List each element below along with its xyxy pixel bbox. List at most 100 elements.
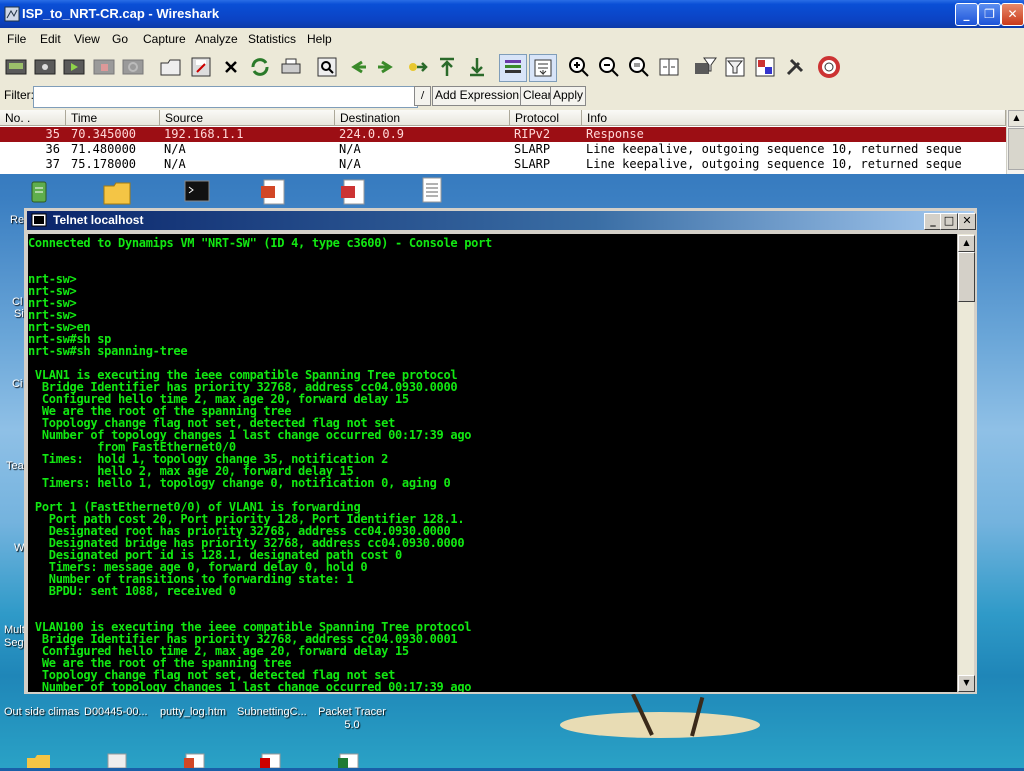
excel-file-icon[interactable] [336, 752, 362, 769]
desktop-icon-label[interactable]: SubnettingC... [237, 706, 307, 718]
desktop-partial-label: Si [14, 308, 24, 320]
column-header-info[interactable]: Info [582, 110, 1006, 126]
save-icon[interactable] [188, 54, 214, 80]
desktop-partial-label: Ci [12, 378, 23, 390]
console-line: VLAN100 is executing the ieee compatible… [28, 620, 472, 634]
console-line: Designated bridge has priority 32768, ad… [28, 536, 465, 550]
wireshark-titlebar[interactable]: ISP_to_NRT-CR.cap - Wireshark _ ❐ ✕ [0, 0, 1024, 28]
powerpoint-file-icon[interactable] [182, 752, 208, 769]
column-header-protocol[interactable]: Protocol [510, 110, 582, 126]
scroll-thumb[interactable] [958, 252, 975, 302]
last-icon[interactable] [464, 54, 490, 80]
recycle-bin-icon[interactable] [24, 176, 54, 204]
island-decoration [560, 712, 760, 738]
console-line: nrt-sw#sh spanning-tree [28, 344, 188, 358]
console-line: nrt-sw> [28, 272, 77, 286]
packet-list-scrollbar[interactable]: ▲ [1006, 110, 1024, 174]
console-output[interactable]: Connected to Dynamips VM "NRT-SW" (ID 4,… [28, 234, 957, 692]
menu-statistics[interactable]: Statistics [248, 32, 296, 46]
menu-edit[interactable]: Edit [40, 32, 61, 46]
print-icon[interactable] [278, 54, 304, 80]
capture-options-icon[interactable] [32, 54, 58, 80]
close-button[interactable]: ✕ [958, 213, 976, 230]
scroll-up-arrow-icon[interactable]: ▲ [1008, 110, 1024, 127]
filter-input[interactable] [33, 86, 418, 108]
start-capture-icon[interactable] [61, 54, 87, 80]
open-icon[interactable] [158, 54, 184, 80]
column-header-source[interactable]: Source [160, 110, 335, 126]
menu-bar: File Edit View Go Capture Analyze Statis… [0, 29, 1024, 49]
resize-columns-icon[interactable] [656, 54, 682, 80]
autoscroll-icon[interactable] [529, 54, 557, 82]
packet-row[interactable]: 35 70.345000 192.168.1.1 224.0.0.9 RIPv2… [0, 127, 1006, 142]
stop-capture-icon[interactable] [91, 54, 117, 80]
desktop-icon-label[interactable]: Out side climas [4, 706, 79, 718]
goto-icon[interactable] [404, 54, 430, 80]
first-icon[interactable] [434, 54, 460, 80]
console-scrollbar[interactable]: ▲ ▼ [957, 234, 975, 692]
zoom-out-icon[interactable] [596, 54, 622, 80]
desktop-icon-label[interactable]: putty_log.htm [160, 706, 226, 718]
packet-time: 71.480000 [71, 142, 137, 156]
console-line: We are the root of the spanning tree [28, 404, 292, 418]
folder-icon[interactable] [26, 752, 52, 768]
zoom-in-icon[interactable] [566, 54, 592, 80]
pdf-file-icon[interactable] [258, 752, 284, 769]
scroll-down-arrow-icon[interactable]: ▼ [958, 675, 975, 692]
reload-icon[interactable] [247, 54, 273, 80]
column-header-no[interactable]: No. . [0, 110, 66, 126]
packet-source: 192.168.1.1 [164, 127, 244, 141]
packet-destination: N/A [339, 157, 361, 171]
zoom-normal-icon[interactable] [626, 54, 652, 80]
find-icon[interactable] [314, 54, 340, 80]
coloring-rules-icon[interactable] [752, 54, 778, 80]
terminal-shortcut-icon[interactable] [182, 178, 212, 206]
forward-icon[interactable] [374, 54, 400, 80]
minimize-button[interactable]: _ [955, 3, 978, 26]
menu-go[interactable]: Go [112, 32, 128, 46]
column-header-time[interactable]: Time [66, 110, 160, 126]
folder-icon[interactable] [102, 178, 132, 206]
scroll-up-arrow-icon[interactable]: ▲ [958, 235, 975, 252]
scroll-thumb[interactable] [1008, 128, 1024, 170]
menu-file[interactable]: File [7, 32, 26, 46]
desktop-partial-label: Cl [12, 296, 23, 308]
filter-dropdown-button[interactable]: / [414, 86, 431, 106]
menu-help[interactable]: Help [307, 32, 332, 46]
document-icon[interactable] [104, 752, 130, 769]
display-filters-icon[interactable] [722, 54, 748, 80]
apply-button[interactable]: Apply [550, 86, 587, 106]
desktop-partial-label: Seg [4, 637, 24, 649]
restore-button[interactable]: ❐ [978, 3, 1001, 26]
add-expression-button[interactable]: Add Expression... [432, 86, 533, 106]
interfaces-icon[interactable] [3, 54, 29, 80]
capture-filters-icon[interactable] [692, 54, 718, 80]
packet-row[interactable]: 36 71.480000 N/A N/A SLARP Line keepaliv… [0, 142, 1006, 157]
menu-capture[interactable]: Capture [143, 32, 186, 46]
telnet-titlebar[interactable]: Telnet localhost _ □ ✕ [27, 211, 976, 230]
console-line: We are the root of the spanning tree [28, 656, 292, 670]
console-line: nrt-sw#sh sp [28, 332, 112, 346]
close-button[interactable]: ✕ [1001, 3, 1024, 26]
console-line: nrt-sw> [28, 308, 77, 322]
packet-row[interactable]: 37 75.178000 N/A N/A SLARP Line keepaliv… [0, 157, 1006, 172]
menu-view[interactable]: View [74, 32, 100, 46]
preferences-icon[interactable] [782, 54, 808, 80]
text-file-icon[interactable] [416, 176, 446, 204]
menu-analyze[interactable]: Analyze [195, 32, 238, 46]
packet-info: Line keepalive, outgoing sequence 10, re… [586, 157, 962, 171]
colorize-icon[interactable] [499, 54, 527, 82]
telnet-window: Telnet localhost _ □ ✕ Connected to Dyna… [24, 208, 977, 694]
back-icon[interactable] [344, 54, 370, 80]
column-header-destination[interactable]: Destination [335, 110, 510, 126]
desktop-icon-label[interactable]: Packet Tracer 5.0 [317, 706, 387, 732]
chart-file-icon[interactable] [338, 178, 368, 206]
maximize-button[interactable]: □ [940, 213, 958, 230]
close-icon[interactable] [218, 54, 244, 80]
powerpoint-file-icon[interactable] [258, 178, 288, 206]
help-icon[interactable] [816, 54, 842, 80]
desktop-icon-label[interactable]: D00445-00... [84, 706, 148, 718]
console-line: Connected to Dynamips VM "NRT-SW" (ID 4,… [28, 236, 492, 250]
restart-capture-icon[interactable] [120, 54, 146, 80]
